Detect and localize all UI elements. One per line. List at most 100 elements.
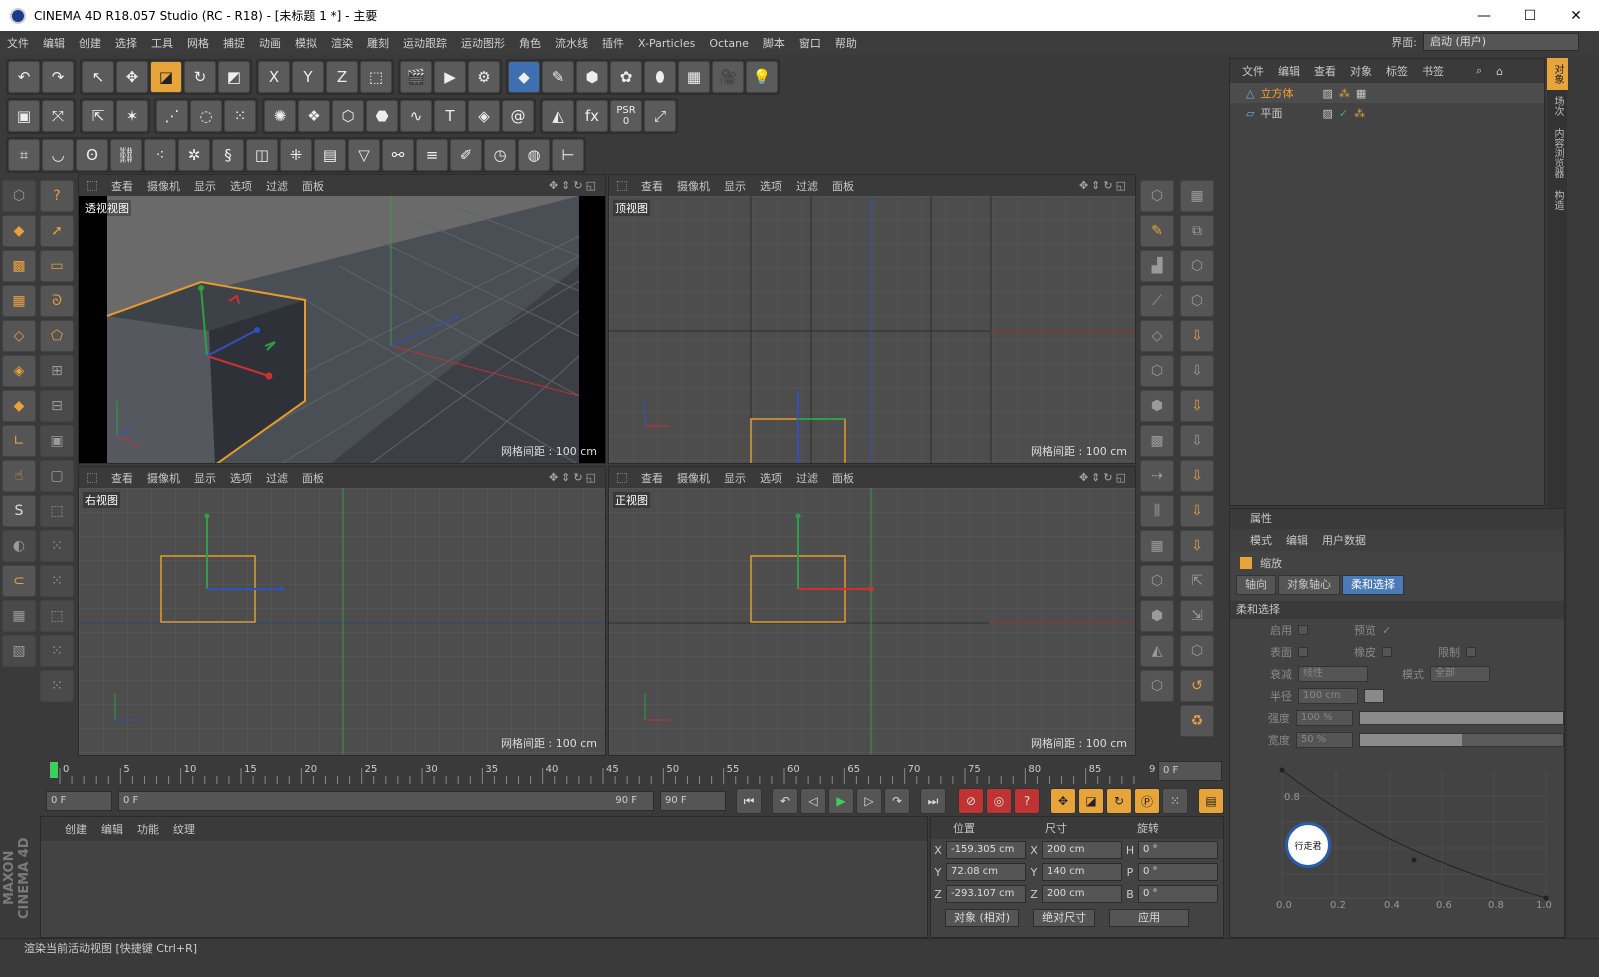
vp-menu-display[interactable]: 显示 — [724, 178, 746, 194]
particles-swirl-icon[interactable]: @ — [502, 100, 534, 132]
strip2-tool-11-icon[interactable]: ⇩ — [1180, 530, 1214, 562]
side-tab-objects[interactable]: 对象 — [1547, 58, 1568, 90]
menu-simulate[interactable]: 模拟 — [288, 35, 324, 51]
tab-object-axis[interactable]: 对象轴心 — [1278, 575, 1340, 595]
vp-menu-camera[interactable]: 摄像机 — [147, 178, 180, 194]
strip-tool-7-icon[interactable]: ⬢ — [1140, 390, 1174, 422]
strip2-tool-3-icon[interactable]: ⬡ — [1180, 250, 1214, 282]
cone-tool-icon[interactable]: ◭ — [542, 100, 574, 132]
particles-emitter-icon[interactable]: ✺ — [264, 100, 296, 132]
strip-tool-4-icon[interactable]: ⟋ — [1140, 285, 1174, 317]
sphere-shading-icon[interactable]: ◐ — [2, 530, 36, 562]
viewport-nav-icons[interactable]: ✥⇕↻◱ — [549, 179, 599, 192]
path-select-icon[interactable]: ▢ — [40, 460, 74, 492]
strip-tool-10-icon[interactable]: ⫼ — [1140, 495, 1174, 527]
vp-menu-display[interactable]: 显示 — [194, 178, 216, 194]
vp-menu-panel[interactable]: 面板 — [302, 178, 324, 194]
last-tool-icon[interactable]: ◩ — [218, 61, 250, 93]
radius-slider[interactable] — [1364, 689, 1384, 703]
apply-button[interactable]: 应用 — [1109, 909, 1190, 927]
cloner-icon[interactable]: ✿ — [610, 61, 642, 93]
y-axis-lock-button[interactable]: Y — [292, 61, 324, 93]
strip2-recycle-icon[interactable]: ♻ — [1180, 705, 1214, 737]
make-editable-icon[interactable]: ⬡ — [2, 180, 36, 212]
vp-menu-camera[interactable]: 摄像机 — [677, 470, 710, 486]
size-mode-dropdown[interactable]: 绝对尺寸 — [1033, 909, 1096, 927]
points-icon[interactable]: ⋰ — [156, 100, 188, 132]
next-frame-icon[interactable]: ▷ — [856, 788, 882, 814]
om-menu-tags[interactable]: 标签 — [1386, 63, 1408, 79]
menu-mograph[interactable]: 运动图形 — [454, 35, 512, 51]
strip2-tool-7-icon[interactable]: ⇩ — [1180, 390, 1214, 422]
viewport-perspective[interactable]: 查看 摄像机 显示 选项 过滤 面板 ✥⇕↻◱ 透视视图 网格间距: 100 … — [78, 174, 606, 464]
strip-tool-12-icon[interactable]: ⬡ — [1140, 565, 1174, 597]
menu-create[interactable]: 创建 — [72, 35, 108, 51]
vp-menu-camera[interactable]: 摄像机 — [147, 470, 180, 486]
vp-menu-camera[interactable]: 摄像机 — [677, 178, 710, 194]
timeline-window-icon[interactable]: ▤ — [1198, 788, 1224, 814]
visibility-icon[interactable]: ▨ — [1322, 87, 1332, 100]
strip2-tool-14-icon[interactable]: ⬡ — [1180, 635, 1214, 667]
om-menu-bookmarks[interactable]: 书签 — [1422, 63, 1444, 79]
camera-icon[interactable]: 🎥 — [712, 61, 744, 93]
timeline-ruler[interactable]: 0 5 10 15 20 25 30 35 40 45 50 55 60 65 70 75 80 85 90 0 F — [46, 758, 1224, 786]
clock-tool-icon[interactable]: ◷ — [484, 139, 516, 171]
goto-end-icon[interactable]: ⏭ — [920, 788, 946, 814]
select-arrow-icon[interactable]: ➚ — [40, 215, 74, 247]
dots-grid-4-icon[interactable]: ⁙ — [40, 670, 74, 702]
object-name[interactable]: 平面 — [1260, 105, 1316, 121]
points-mode-icon[interactable]: ◇ — [2, 320, 36, 352]
side-tab-takes[interactable]: 场次 — [1547, 90, 1568, 122]
prev-frame-icon[interactable]: ◁ — [800, 788, 826, 814]
strip2-tool-4-icon[interactable]: ⬡ — [1180, 285, 1214, 317]
menu-animate[interactable]: 动画 — [252, 35, 288, 51]
vp-menu-panel[interactable]: 面板 — [832, 178, 854, 194]
attr-menu-edit[interactable]: 编辑 — [1286, 532, 1308, 548]
particles-box-icon[interactable]: ◈ — [468, 100, 500, 132]
start-frame-field[interactable]: 0 F — [46, 791, 112, 811]
strength-slider[interactable] — [1359, 711, 1564, 725]
tab-axis[interactable]: 轴向 — [1236, 575, 1276, 595]
z-axis-lock-button[interactable]: Z — [326, 61, 358, 93]
grid-tool-icon[interactable]: ▤ — [314, 139, 346, 171]
dots-grid-1-icon[interactable]: ⁙ — [40, 530, 74, 562]
dots-grid-3-icon[interactable]: ⁙ — [40, 635, 74, 667]
voxel-tool-icon[interactable]: ◫ — [246, 139, 278, 171]
om-menu-objects[interactable]: 对象 — [1350, 63, 1372, 79]
size-z-field[interactable]: 200 cm — [1042, 885, 1122, 903]
goto-start-icon[interactable]: ⏮ — [736, 788, 762, 814]
vp-menu-view[interactable]: 查看 — [111, 178, 133, 194]
attr-menu-mode[interactable]: 模式 — [1250, 532, 1272, 548]
strip2-tool-5-icon[interactable]: ⇩ — [1180, 320, 1214, 352]
next-key-icon[interactable]: ↷ — [884, 788, 910, 814]
viewport-nav-icons[interactable]: ✥⇕↻◱ — [1079, 179, 1129, 192]
key-rotation-icon[interactable]: ↻ — [1106, 788, 1132, 814]
vp-menu-view[interactable]: 查看 — [641, 178, 663, 194]
menu-script[interactable]: 脚本 — [756, 35, 792, 51]
strip2-tool-6-icon[interactable]: ⇩ — [1180, 355, 1214, 387]
object-row-cube[interactable]: △ 立方体 ▨ ⁂ ▦ — [1230, 83, 1544, 103]
menu-render[interactable]: 渲染 — [324, 35, 360, 51]
snap-icon[interactable]: ⊂ — [2, 565, 36, 597]
frame-icon[interactable]: ⬚ — [40, 600, 74, 632]
ring-select-icon[interactable]: ⊟ — [40, 390, 74, 422]
menu-plugins[interactable]: 插件 — [595, 35, 631, 51]
phong-select-icon[interactable]: ⬚ — [40, 495, 74, 527]
current-frame-field[interactable]: 0 F — [1158, 761, 1222, 781]
attr-menu-userdata[interactable]: 用户数据 — [1322, 532, 1366, 548]
funnel-tool-icon[interactable]: ▽ — [348, 139, 380, 171]
keyframe-selection-icon[interactable]: ? — [1014, 788, 1040, 814]
falloff-select[interactable]: 线性 — [1298, 666, 1368, 682]
move-icon[interactable]: ✥ — [116, 61, 148, 93]
key-scale-icon[interactable]: ◪ — [1078, 788, 1104, 814]
coordinate-system-icon[interactable]: ⬚ — [360, 61, 392, 93]
om-menu-file[interactable]: 文件 — [1242, 63, 1264, 79]
vp-menu-filter[interactable]: 过滤 — [796, 178, 818, 194]
menu-sculpt[interactable]: 雕刻 — [360, 35, 396, 51]
render-view-icon[interactable]: 🎬 — [400, 61, 432, 93]
visibility-icon[interactable]: ▨ — [1322, 107, 1332, 120]
timeline-ruler-svg[interactable]: 0 5 10 15 20 25 30 35 40 45 50 55 60 65 70 75 80 85 90 — [46, 758, 1162, 786]
coord-mode-dropdown[interactable]: 对象 (相对) — [945, 909, 1020, 927]
vp-menu-options[interactable]: 选项 — [760, 470, 782, 486]
vp-menu-options[interactable]: 选项 — [760, 178, 782, 194]
